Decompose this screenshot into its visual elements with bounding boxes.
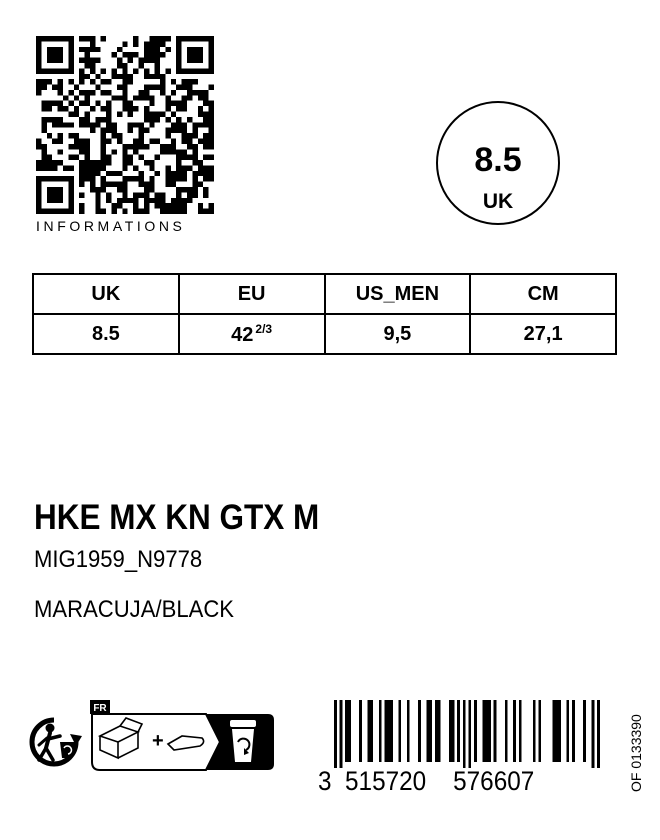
barcode-bar (448, 700, 452, 762)
size-table-value-row: 8.5 42 2/3 9,5 27,1 (32, 313, 617, 355)
barcode-bar (418, 700, 421, 762)
barcode-digits: 3 515720 576607 (318, 766, 534, 797)
header-uk: UK (32, 273, 180, 315)
value-cm: 27,1 (469, 313, 617, 355)
recycling-country-label: FR (93, 703, 107, 714)
product-colorway: MARACUJA/BLACK (34, 596, 234, 623)
barcode-bar (552, 700, 556, 762)
barcode-bar (387, 700, 390, 762)
barcode-bar (566, 700, 570, 762)
barcode-bar (474, 700, 477, 762)
barcode-bar (591, 700, 595, 768)
shoe-box-icon (97, 717, 144, 760)
barcode-left-group: 515720 (345, 766, 427, 796)
barcode-bar (504, 700, 508, 762)
barcode-bar (462, 700, 466, 768)
product-article-code: MIG1959_N9778 (34, 546, 203, 573)
barcode-bar (426, 700, 430, 762)
triman-recycling-icon (29, 717, 82, 767)
badge-size-unit: UK (482, 190, 514, 213)
barcode-bar (451, 700, 455, 762)
barcode-bar (334, 700, 337, 768)
barcode-bar (457, 700, 460, 762)
value-us-men: 9,5 (323, 313, 472, 355)
size-badge: 8.5 UK (436, 101, 560, 225)
barcode-bar (558, 700, 561, 762)
barcode-bar (345, 700, 348, 762)
barcode-bar (485, 700, 488, 762)
barcode-bar (555, 700, 558, 762)
value-eu: 42 2/3 (177, 313, 326, 355)
barcode-bar (378, 700, 382, 762)
svg-text:+: + (152, 730, 164, 752)
value-eu-whole: 42 (231, 323, 254, 346)
product-model-name: HKE MX KN GTX M (34, 498, 320, 537)
barcode-bar (583, 700, 586, 762)
barcode-bar (482, 700, 486, 762)
vertical-of-code: OF 0133390 (628, 714, 644, 792)
barcode-bar (518, 700, 522, 762)
barcode-bar (398, 700, 402, 762)
header-eu: EU (177, 273, 326, 315)
size-table-header-row: UK EU US_MEN CM (32, 273, 617, 315)
qr-code (36, 36, 214, 214)
barcode-bar (532, 700, 536, 762)
barcode-bar (348, 700, 351, 762)
barcode-bar (434, 700, 438, 762)
header-cm: CM (469, 273, 617, 315)
size-table: UK EU US_MEN CM 8.5 42 2/3 9,5 27,1 (32, 273, 617, 355)
barcode-bar (429, 700, 432, 762)
qr-modules (36, 36, 214, 214)
header-us-men: US_MEN (323, 273, 472, 315)
ean-barcode (334, 700, 600, 768)
barcode-bar (339, 700, 343, 768)
value-eu-fraction: 2/3 (255, 321, 273, 336)
barcode-bar (370, 700, 374, 762)
barcode-bar (513, 700, 516, 762)
vertical-of-code-text: OF 0133390 (628, 714, 644, 792)
barcode-bar (390, 700, 393, 762)
paper-icon (166, 735, 205, 751)
barcode-bar (468, 700, 472, 768)
barcode-bar (406, 700, 410, 762)
qr-caption: INFORMATIONS (36, 218, 186, 234)
barcode-bar (597, 700, 600, 768)
barcode-bar (367, 700, 371, 762)
barcode-bar (437, 700, 441, 762)
barcode-bar (572, 700, 575, 762)
barcode-first-digit: 3 (318, 766, 332, 796)
barcode-bar (384, 700, 388, 762)
barcode-bar (359, 700, 362, 762)
barcode-bar (493, 700, 497, 762)
barcode-bar (488, 700, 491, 762)
badge-size-value: 8.5 (474, 141, 522, 179)
value-uk: 8.5 (32, 313, 180, 355)
info-tri-sorting-guide: FR + (90, 700, 274, 771)
barcode-right-group: 576607 (453, 766, 535, 796)
barcode-bar (538, 700, 542, 762)
